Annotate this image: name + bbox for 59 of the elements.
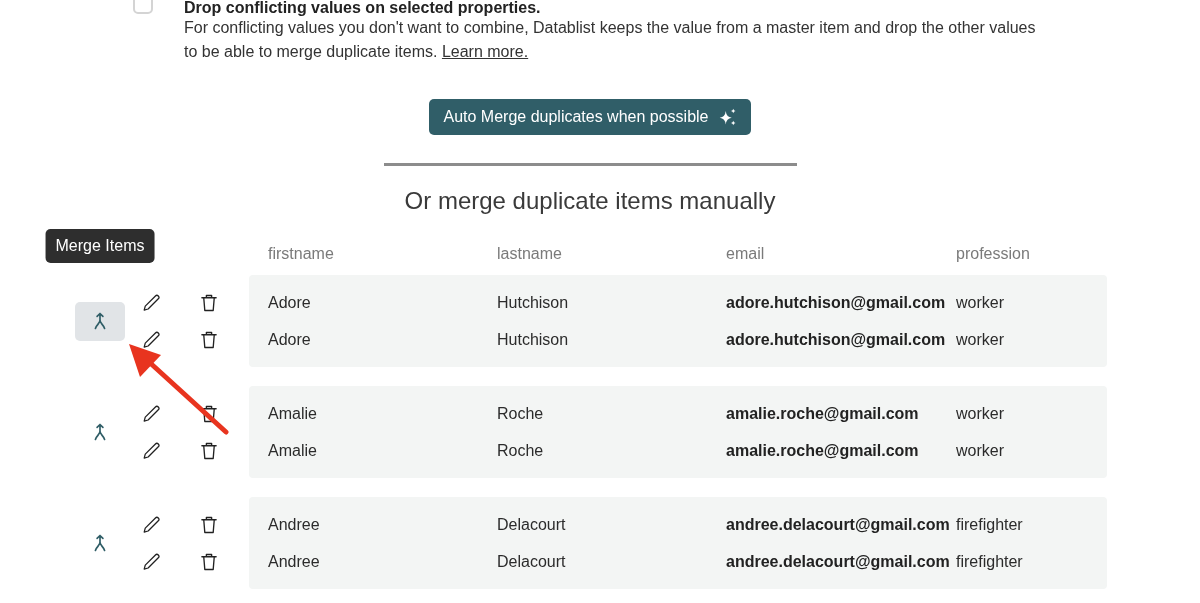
column-header: profession	[956, 244, 1031, 264]
table-cell-text: Andree	[268, 551, 321, 572]
pencil-icon	[143, 515, 161, 534]
table-cell-text: Delacourt	[497, 514, 567, 535]
edit-button[interactable]	[143, 441, 161, 460]
column-header: firstname	[268, 244, 335, 264]
table-cell-text: worker	[956, 440, 1005, 461]
edit-button[interactable]	[143, 293, 161, 312]
table-cell-text: Andree	[268, 514, 321, 535]
pencil-icon	[143, 552, 161, 571]
table-cell-text: andree.delacourt@gmail.com	[726, 514, 951, 535]
table-cell-text: Adore	[268, 292, 312, 313]
delete-button[interactable]	[200, 515, 218, 534]
section-heading: Or merge duplicate items manually	[404, 186, 776, 216]
table-cell-text: Amalie	[268, 403, 318, 424]
column-header: lastname	[497, 244, 563, 264]
table-cell-text: worker	[956, 403, 1005, 424]
delete-button[interactable]	[200, 330, 218, 349]
table-cell-text: amalie.roche@gmail.com	[726, 403, 920, 424]
table-cell-text: adore.hutchison@gmail.com	[726, 292, 947, 313]
table-cell-text: Amalie	[268, 440, 318, 461]
table-cell-text: amalie.roche@gmail.com	[726, 440, 920, 461]
table-cell-text: adore.hutchison@gmail.com	[726, 329, 947, 350]
pencil-icon	[143, 441, 161, 460]
tooltip: Merge Items	[45, 229, 155, 263]
trash-icon	[200, 515, 218, 534]
table-cell-text: Hutchison	[497, 329, 570, 350]
trash-icon	[200, 330, 218, 349]
trash-icon	[200, 441, 218, 460]
pencil-icon	[143, 404, 161, 423]
table-cell-text: firefighter	[956, 551, 1024, 572]
table-cell-text: Roche	[497, 440, 545, 461]
table-cell-text: firefighter	[956, 514, 1024, 535]
table-cell-text: andree.delacourt@gmail.com	[726, 551, 951, 572]
delete-button[interactable]	[200, 552, 218, 571]
edit-button[interactable]	[143, 515, 161, 534]
table-cell-text: Roche	[497, 403, 545, 424]
pencil-icon	[143, 330, 161, 349]
learn-more-link[interactable]: Learn more.	[441, 43, 529, 60]
edit-button[interactable]	[143, 330, 161, 349]
table-cell-text: Delacourt	[497, 551, 567, 572]
auto-merge-button[interactable]: Auto Merge duplicates when possible	[429, 99, 751, 135]
trash-icon	[200, 293, 218, 312]
sparkle-icon	[718, 108, 737, 126]
table-cell-text: Hutchison	[497, 292, 570, 313]
column-header: email	[726, 244, 766, 264]
table-cell-text: Adore	[268, 329, 312, 350]
merge-button[interactable]	[75, 301, 125, 341]
delete-button[interactable]	[200, 293, 218, 312]
checkbox[interactable]	[133, 0, 153, 14]
edit-button[interactable]	[143, 552, 161, 571]
pencil-icon	[143, 293, 161, 312]
option-title: Drop conflicting values on selected properties.	[184, 0, 542, 16]
trash-icon	[200, 552, 218, 571]
delete-button[interactable]	[200, 441, 218, 460]
table-cell-text: worker	[956, 329, 1005, 350]
option-description: For conflicting values you don't want to combine, Datablist keeps the value from a master item and drop the other values to be able to merge duplicate items. Learn more.	[184, 18, 1037, 62]
edit-button[interactable]	[143, 404, 161, 423]
table-cell-text: worker	[956, 292, 1005, 313]
